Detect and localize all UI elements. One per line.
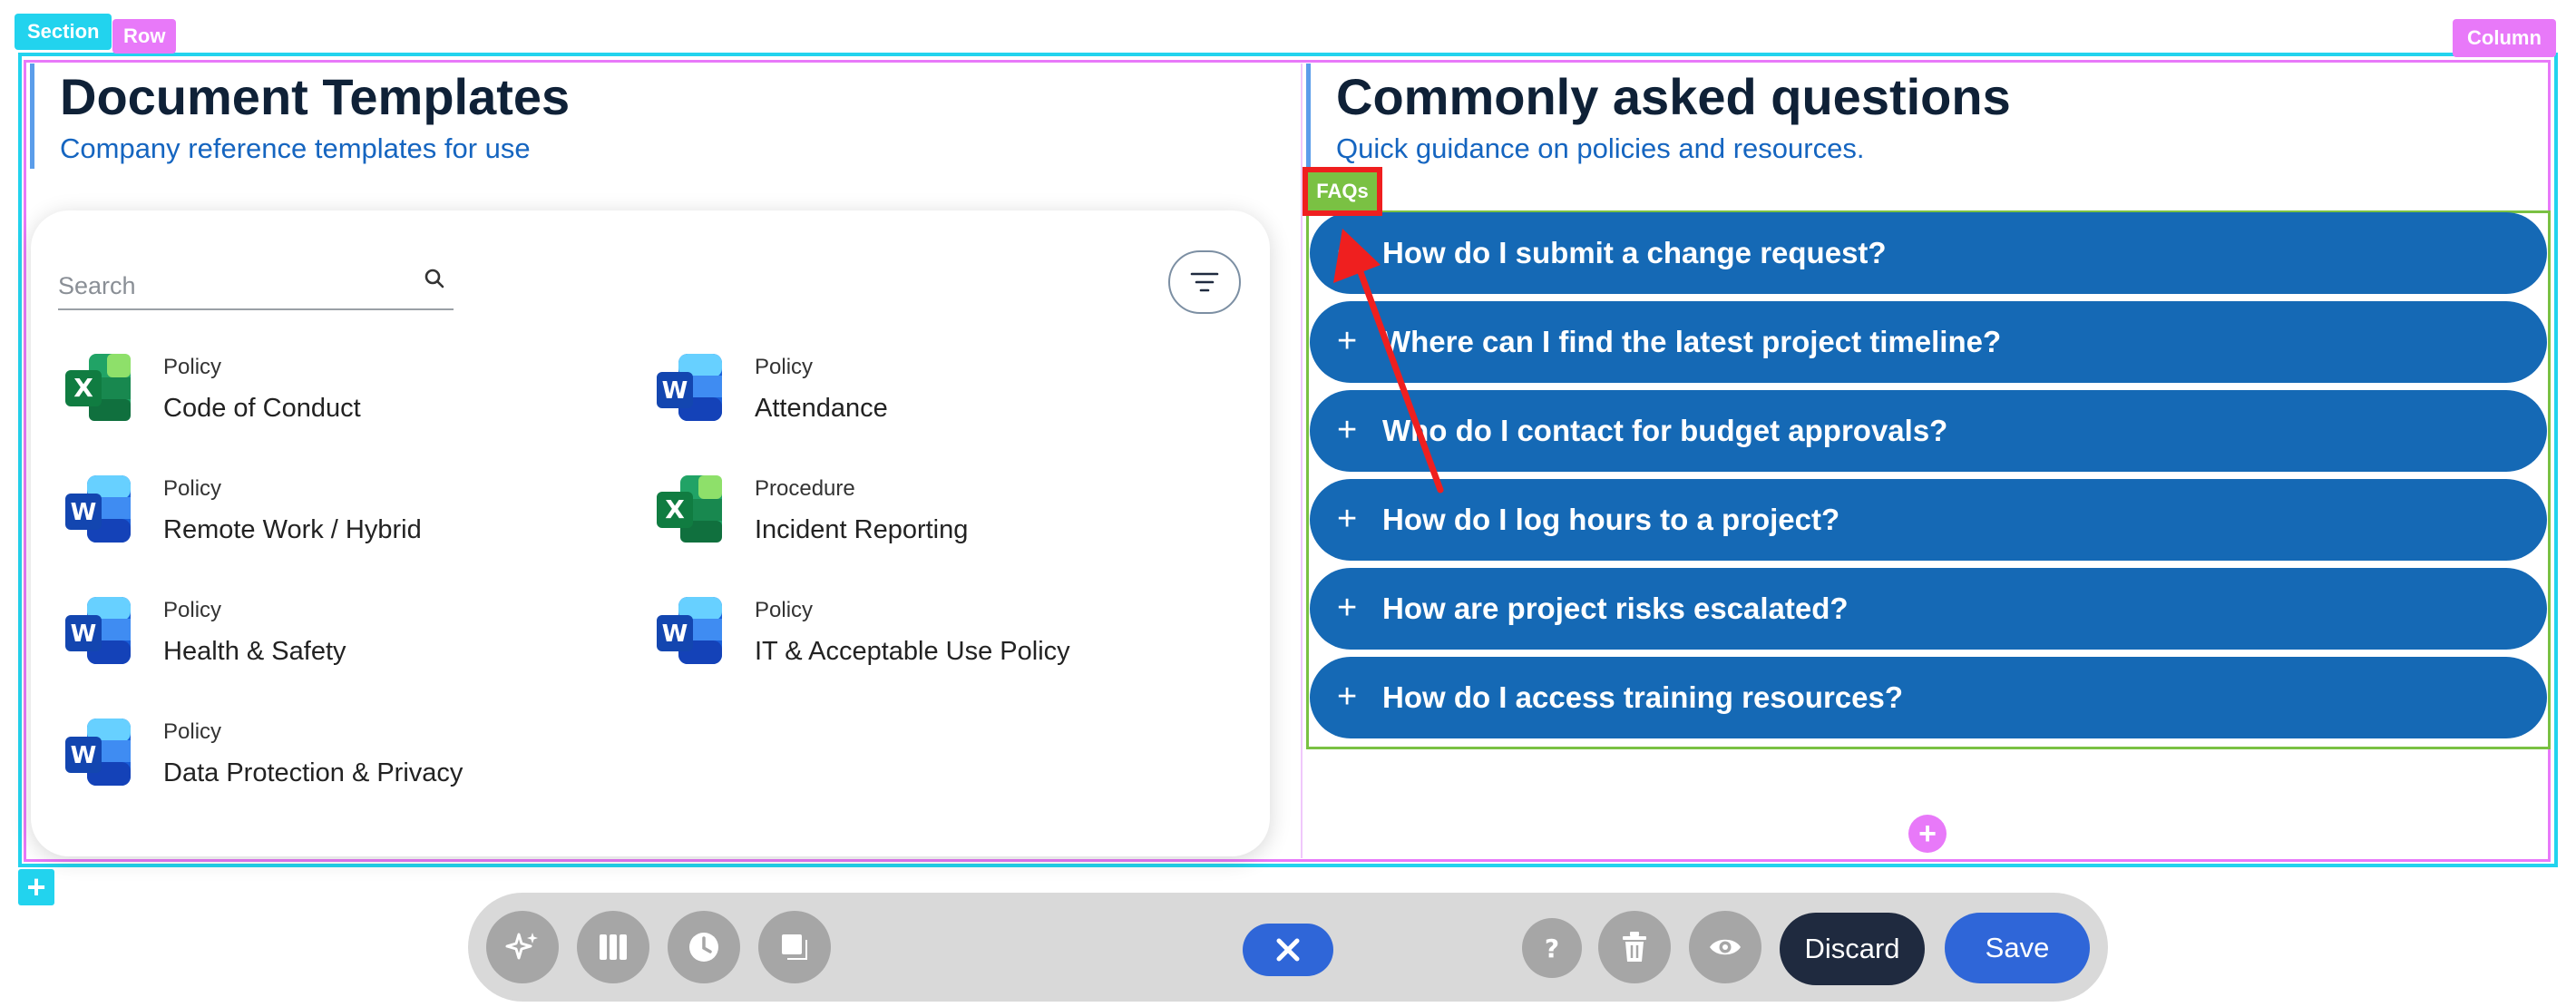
filter-button[interactable] [1168,250,1241,314]
close-editor-button[interactable] [1243,924,1333,976]
template-category: Policy [163,476,222,501]
template-name: Incident Reporting [755,515,969,544]
columns-icon [600,934,627,960]
clock-icon [689,933,718,962]
template-category: Procedure [755,476,855,501]
template-name: Health & Safety [163,637,346,666]
template-name: Data Protection & Privacy [163,758,463,787]
svg-text:W: W [71,621,97,648]
close-icon [1276,938,1300,962]
left-subtitle: Company reference templates for use [60,132,531,164]
row-tag[interactable]: Row [112,19,177,54]
faq-item[interactable]: + How do I access training resources? [1310,657,2547,738]
template-item[interactable]: X Procedure Incident Reporting [655,474,1235,573]
faq-question: Who do I contact for budget approvals? [1382,414,1948,447]
template-category: Policy [163,598,222,622]
editor-toolbar: ? Discard Save [468,893,2108,1002]
plus-icon: + [1337,322,1358,360]
template-item[interactable]: W Policy Remote Work / Hybrid [63,474,644,573]
history-button[interactable] [668,911,740,983]
section-tag[interactable]: Section [15,14,112,50]
faq-item[interactable]: + How do I log hours to a project? [1310,479,2547,561]
template-item[interactable]: X Policy Code of Conduct [63,352,644,452]
template-item[interactable]: W Policy Attendance [655,352,1235,452]
help-icon: ? [1545,934,1559,963]
excel-icon: X [657,475,722,543]
search-icon[interactable] [421,265,448,292]
template-name: Attendance [755,394,888,423]
search-input[interactable] [58,263,412,308]
delete-button[interactable] [1598,911,1671,983]
word-icon: W [65,475,131,543]
layers-button[interactable] [758,911,831,983]
eye-icon [1710,939,1741,955]
plus-icon: + [1337,411,1358,449]
template-category: Policy [755,355,814,379]
template-category: Policy [755,598,814,622]
template-name: Remote Work / Hybrid [163,515,422,544]
faq-item[interactable]: + Who do I contact for budget approvals? [1310,390,2547,472]
svg-text:W: W [662,377,688,405]
svg-text:W: W [71,742,97,769]
sparkle-icon [505,933,538,960]
template-category: Policy [163,355,222,379]
svg-text:?: ? [1545,934,1559,963]
help-button[interactable]: ? [1522,918,1582,978]
template-item[interactable]: W Policy IT & Acceptable Use Policy [655,595,1235,695]
preview-button[interactable] [1689,911,1761,983]
faq-question: How are project risks escalated? [1382,591,1849,625]
left-title: Document Templates [60,68,571,125]
templates-card: X Policy Code of Conduct W Policy Attend… [31,210,1270,856]
search-box [58,263,454,310]
faq-item[interactable]: + How are project risks escalated? [1310,568,2547,650]
faq-question: How do I log hours to a project? [1382,503,1840,536]
save-button[interactable]: Save [1945,913,2090,983]
faq-block-tag[interactable]: FAQs [1303,167,1382,216]
filter-icon [1190,272,1219,292]
layout-columns-button[interactable] [577,911,649,983]
excel-icon: X [65,354,131,421]
plus-icon: + [1337,678,1358,716]
add-element-button[interactable]: + [1908,815,1947,853]
svg-text:X: X [665,494,685,524]
discard-button[interactable]: Discard [1780,913,1925,985]
left-heading: Document Templates Company reference tem… [30,64,570,169]
template-category: Policy [163,719,222,744]
svg-text:X: X [73,373,93,403]
faq-item[interactable]: + Where can I find the latest project ti… [1310,301,2547,383]
plus-icon: + [1337,500,1358,538]
word-icon: W [657,597,722,664]
ai-assist-button[interactable] [486,911,559,983]
right-title: Commonly asked questions [1336,68,2011,125]
svg-text:W: W [71,499,97,526]
faq-question: Where can I find the latest project time… [1382,325,2002,358]
faq-item[interactable]: + How do I submit a change request? [1310,212,2547,294]
template-name: IT & Acceptable Use Policy [755,637,1070,666]
faq-question: How do I submit a change request? [1382,236,1887,269]
word-icon: W [65,597,131,664]
layers-icon [782,934,807,960]
plus-icon: + [1337,589,1358,627]
column-tag[interactable]: Column [2453,19,2556,57]
svg-text:W: W [662,621,688,648]
word-icon: W [65,719,131,786]
plus-icon: + [1337,233,1358,271]
right-heading: Commonly asked questions Quick guidance … [1306,64,2011,169]
faq-question: How do I access training resources? [1382,680,1904,714]
word-icon: W [657,354,722,421]
trash-icon [1623,932,1646,962]
template-name: Code of Conduct [163,394,361,423]
template-item[interactable]: W Policy Health & Safety [63,595,644,695]
template-item[interactable]: W Policy Data Protection & Privacy [63,717,644,816]
add-section-button[interactable]: + [18,869,54,905]
right-subtitle: Quick guidance on policies and resources… [1336,132,1865,164]
